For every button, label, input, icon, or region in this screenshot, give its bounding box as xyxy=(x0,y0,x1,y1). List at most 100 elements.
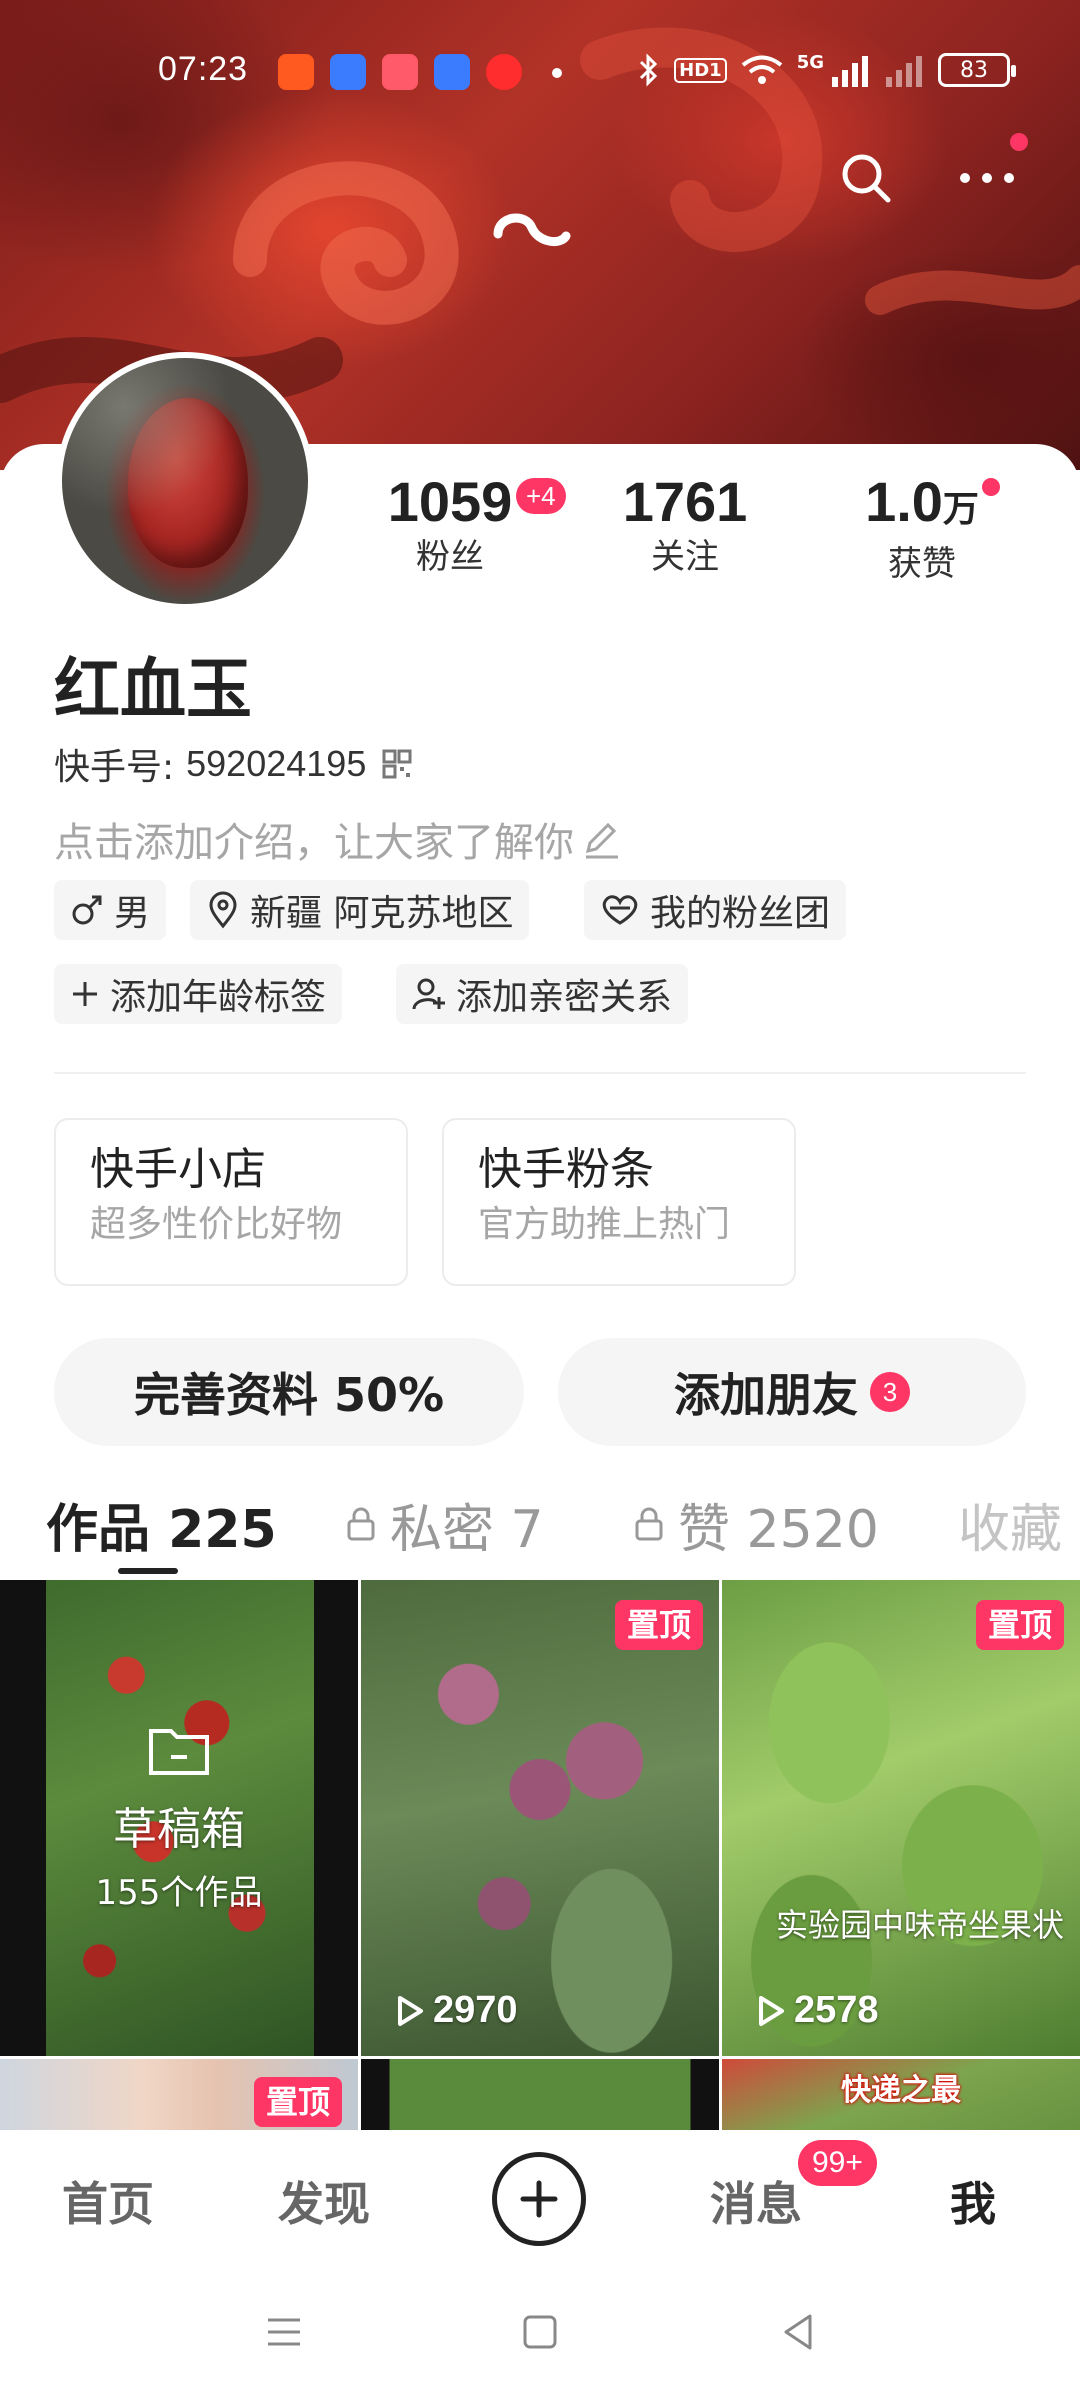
video-thumbnail[interactable]: 置顶 xyxy=(0,2059,358,2140)
add-friends-badge: 3 xyxy=(870,1372,910,1412)
lock-icon xyxy=(347,1507,375,1541)
status-icons: HD1 5G 83 xyxy=(638,48,1016,92)
plus-icon xyxy=(520,2180,558,2218)
notification-dot xyxy=(1010,133,1028,151)
complete-profile-button[interactable]: 完善资料 50% xyxy=(54,1338,524,1446)
tab-likes-label: 赞 2520 xyxy=(678,1499,879,1560)
avatar[interactable] xyxy=(56,352,314,610)
play-icon xyxy=(398,1995,423,2026)
tab-favorites[interactable]: 收藏 xyxy=(958,1484,1062,1564)
nav-messages[interactable]: 消息 xyxy=(710,2168,802,2234)
video-thumbnail[interactable] xyxy=(361,2059,719,2140)
add-relation-label: 添加亲密关系 xyxy=(456,977,673,1018)
more-notifications-dot xyxy=(552,68,562,78)
tab-favorites-label: 收藏 xyxy=(958,1499,1063,1560)
fan-group-tag[interactable]: 我的粉丝团 xyxy=(584,880,847,940)
wifi-icon xyxy=(741,55,782,84)
tab-likes[interactable]: 赞 2520 xyxy=(634,1484,879,1564)
kuaishou-id-row[interactable]: 快手号: 592024195 xyxy=(54,738,412,790)
following-label: 关注 xyxy=(651,537,719,577)
profile-name[interactable]: 红血玉 xyxy=(54,636,252,732)
kuaishou-id-value: 592024195 xyxy=(186,743,367,784)
hd-indicator: HD1 xyxy=(674,57,727,83)
draft-box-cell[interactable]: 草稿箱 155个作品 xyxy=(0,1580,358,2056)
location-tag[interactable]: 新疆 阿克苏地区 xyxy=(190,880,530,940)
tab-private[interactable]: 私密 7 xyxy=(346,1484,544,1564)
play-count: 2578 xyxy=(756,1989,879,2032)
likes-stat[interactable]: 1.0万 获赞 xyxy=(852,470,992,587)
home-icon[interactable] xyxy=(518,2310,562,2354)
battery-icon: 83 xyxy=(938,53,1016,87)
followers-stat[interactable]: 1059 粉丝 xyxy=(380,470,520,580)
new-followers-badge: +4 xyxy=(516,478,566,514)
bio-placeholder[interactable]: 点击添加介绍，让大家了解你 xyxy=(54,810,624,868)
likes-label: 获赞 xyxy=(888,544,956,584)
qr-code-icon[interactable] xyxy=(382,749,412,779)
pinned-badge: 置顶 xyxy=(253,2077,342,2127)
more-options-icon[interactable] xyxy=(955,150,1019,206)
content-tabs: 作品 225 私密 7 赞 2520 收藏 xyxy=(0,1484,1080,1580)
complete-profile-label: 完善资料 50% xyxy=(133,1368,445,1422)
likes-count: 1.0 xyxy=(865,470,943,533)
video-thumbnail[interactable]: 置顶 2970 xyxy=(361,1580,719,2056)
lock-icon xyxy=(635,1507,663,1541)
video-thumbnail[interactable]: 快递之最 xyxy=(722,2059,1080,2140)
add-age-tag[interactable]: 添加年龄标签 xyxy=(54,964,343,1024)
male-icon xyxy=(72,895,102,925)
active-tab-indicator xyxy=(118,1568,178,1574)
add-relation-tag[interactable]: 添加亲密关系 xyxy=(396,964,689,1024)
video-thumbnail[interactable]: 置顶 实验园中味帝坐果状 2578 xyxy=(722,1580,1080,2056)
nav-discover[interactable]: 发现 xyxy=(278,2168,370,2234)
kuaishou-id-label: 快手号: xyxy=(54,747,175,788)
network-type: 5G xyxy=(796,52,824,73)
location-label: 新疆 阿克苏地区 xyxy=(250,893,514,934)
baidu-notification-icon xyxy=(434,54,470,90)
bio-text: 点击添加介绍，让大家了解你 xyxy=(54,820,574,866)
system-navigation-bar xyxy=(0,2270,1080,2400)
following-count: 1761 xyxy=(622,470,748,533)
menu-icon[interactable] xyxy=(262,2310,306,2354)
shop-card-subtitle: 超多性价比好物 xyxy=(90,1204,343,1245)
tab-works-label: 作品 225 xyxy=(46,1499,277,1560)
fan-group-label: 我的粉丝团 xyxy=(650,893,831,934)
nav-me[interactable]: 我 xyxy=(950,2168,996,2234)
promote-card-subtitle: 官方助推上热门 xyxy=(478,1204,731,1245)
messages-badge: 99+ xyxy=(798,2140,877,2186)
following-stat[interactable]: 1761 关注 xyxy=(612,470,758,580)
gender-tag[interactable]: 男 xyxy=(54,880,167,940)
play-icon xyxy=(759,1995,784,2026)
folder-icon xyxy=(149,1728,209,1775)
video-caption: 实验园中味帝坐果状 xyxy=(775,1906,1064,1944)
video-notification-icon xyxy=(486,54,522,90)
avatar-image xyxy=(62,358,308,604)
create-button[interactable] xyxy=(492,2152,586,2246)
back-icon[interactable] xyxy=(776,2310,820,2354)
status-bar: 07:23 HD1 5G 83 xyxy=(0,40,1080,100)
play-count-value: 2970 xyxy=(433,1989,518,2031)
bottom-navigation: 首页 发现 消息 99+ 我 xyxy=(0,2130,1080,2270)
add-person-icon xyxy=(412,978,445,1010)
play-count: 2970 xyxy=(395,1989,518,2032)
kuaishou-promote-card[interactable]: 快手粉条 官方助推上热门 xyxy=(442,1118,796,1286)
draft-title: 草稿箱 xyxy=(113,1803,245,1855)
followers-label: 粉丝 xyxy=(416,537,484,577)
signal-strength-icon xyxy=(832,56,868,87)
likes-notification-dot xyxy=(982,478,1000,496)
bluetooth-icon xyxy=(640,53,658,87)
draft-count: 155个作品 xyxy=(95,1872,263,1913)
edit-icon xyxy=(585,822,618,859)
nav-home[interactable]: 首页 xyxy=(62,2168,154,2234)
video-caption: 快递之最 xyxy=(841,2073,961,2108)
kuaishou-shop-card[interactable]: 快手小店 超多性价比好物 xyxy=(54,1118,408,1286)
draft-overlay: 草稿箱 155个作品 xyxy=(0,1580,358,2056)
search-icon[interactable] xyxy=(838,150,894,206)
tab-works[interactable]: 作品 225 xyxy=(46,1484,277,1564)
tab-private-label: 私密 7 xyxy=(390,1499,544,1560)
likes-unit: 万 xyxy=(942,488,979,529)
baidu-notification-icon xyxy=(330,54,366,90)
add-friends-button[interactable]: 添加朋友 3 xyxy=(558,1338,1026,1446)
add-age-label: 添加年龄标签 xyxy=(110,977,327,1018)
signal-strength-2-icon xyxy=(886,56,922,87)
app-notification-icon xyxy=(382,54,418,90)
shop-card-title: 快手小店 xyxy=(90,1144,266,1195)
